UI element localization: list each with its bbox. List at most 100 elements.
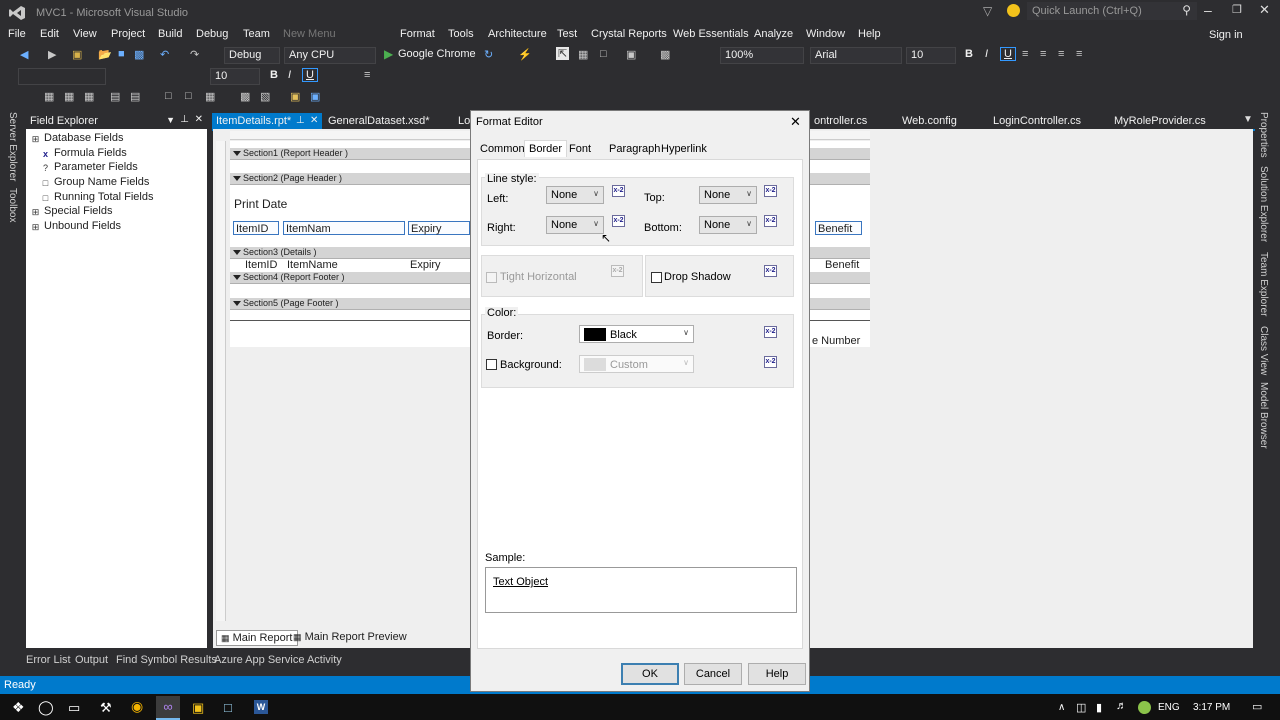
horizontal-spacing-icon[interactable]: ▧ (260, 90, 270, 103)
tab-error-list[interactable]: Error List (26, 654, 71, 666)
tab-itemdetails-rpt[interactable]: ItemDetails.rpt* ⊥ ✕ (212, 113, 322, 129)
tab-main-report-preview[interactable]: ▦ Main Report Preview (293, 631, 407, 643)
make-same-height-icon[interactable]: □ (185, 90, 192, 102)
tab-controller-cs[interactable]: ontroller.cs (810, 113, 871, 129)
tree-item-database-fields[interactable]: ⊞ Database Fields (30, 132, 124, 145)
font-size-select[interactable]: 10 (906, 47, 956, 64)
new-project-icon[interactable]: ▣ (72, 48, 82, 61)
notepad-icon[interactable]: □ (224, 700, 232, 715)
font-family-select[interactable]: Arial (810, 47, 902, 64)
header-benefit-field[interactable]: Benefit (815, 221, 862, 235)
tab-close-icon[interactable]: ✕ (310, 115, 318, 126)
tab-main-report[interactable]: ▦ Main Report (216, 630, 298, 646)
help-button[interactable]: Help (748, 663, 806, 685)
browser-link-icon[interactable]: ⚡ (518, 48, 532, 61)
server-explorer-tab[interactable]: Server Explorer (7, 112, 18, 181)
toolbox-tab[interactable]: Toolbox (7, 188, 18, 222)
make-same-width-icon[interactable]: □ (165, 90, 172, 102)
volume-icon[interactable]: ♬ (1116, 700, 1127, 712)
tab-border[interactable]: Border (524, 140, 568, 157)
justify-icon[interactable]: ≡ (1076, 48, 1082, 60)
page-number-field[interactable]: e Number (810, 334, 860, 348)
save-all-icon[interactable]: ▩ (134, 48, 144, 61)
solution-explorer-tab[interactable]: Solution Explorer (1258, 166, 1269, 242)
bottom-line-select[interactable]: None ∨ (699, 216, 757, 234)
box-tool-icon[interactable]: □ (600, 48, 607, 60)
file-explorer-icon[interactable]: ▣ (192, 700, 204, 716)
class-view-tab[interactable]: Class View (1258, 326, 1269, 375)
underline-button[interactable]: U (1000, 47, 1016, 61)
feedback-smiley-icon[interactable] (1007, 4, 1020, 17)
minimize-button[interactable]: – (1204, 2, 1212, 18)
zoom-select[interactable]: 100% (720, 47, 804, 64)
team-explorer-tab[interactable]: Team Explorer (1258, 252, 1269, 316)
detail-expiry-field[interactable]: Expiry (408, 258, 441, 272)
tab-myroleprovider-cs[interactable]: MyRoleProvider.cs (1110, 113, 1210, 129)
solution-config-select[interactable]: Debug (224, 47, 280, 64)
tab-web-config[interactable]: Web.config (898, 113, 961, 129)
menu-analyze[interactable]: Analyze (754, 28, 793, 40)
border-color-formula-button[interactable]: x-2 (764, 326, 777, 338)
align-center-icon[interactable]: ≡ (1040, 48, 1046, 60)
menu-architecture[interactable]: Architecture (488, 28, 547, 40)
menu-view[interactable]: View (73, 28, 97, 40)
cortana-icon[interactable]: ◯ (38, 699, 54, 716)
input-language[interactable]: ENG (1158, 702, 1180, 713)
align-middles-icon[interactable]: ▤ (130, 90, 140, 103)
visual-studio-taskbar-icon[interactable]: ∞ (156, 696, 180, 720)
align-left-icon[interactable]: ≡ (1022, 48, 1028, 60)
tray-app-icon[interactable] (1138, 701, 1151, 714)
tree-item-unbound-fields[interactable]: ⊞ Unbound Fields (30, 220, 121, 233)
ok-button[interactable]: OK (621, 663, 679, 685)
menu-test[interactable]: Test (557, 28, 577, 40)
right-formula-button[interactable]: x-2 (612, 215, 625, 227)
header-itemname-field[interactable]: ItemNam (283, 221, 405, 235)
properties-tab[interactable]: Properties (1258, 112, 1269, 158)
tab-overflow-icon[interactable]: ▼ (1243, 114, 1253, 125)
dropdown-icon[interactable]: ▼ (166, 115, 175, 125)
start-debug-icon[interactable]: ▶ (384, 47, 393, 61)
bottom-formula-button[interactable]: x-2 (764, 215, 777, 227)
drop-shadow-checkbox[interactable] (651, 272, 662, 283)
sign-in-link[interactable]: Sign in (1209, 29, 1243, 41)
dialog-close-button[interactable]: ✕ (790, 114, 801, 130)
tab-hyperlink[interactable]: Hyperlink (661, 143, 707, 155)
detail-benefit-field[interactable]: Benefit (823, 258, 859, 272)
background-color-select[interactable]: Custom ∨ (579, 355, 694, 373)
tree-item-parameter-fields[interactable]: ? Parameter Fields (40, 161, 138, 174)
quick-launch-input[interactable]: Quick Launch (Ctrl+Q) ⚲ (1027, 2, 1197, 20)
align-rights-icon[interactable]: ▦ (84, 90, 94, 103)
menu-file[interactable]: File (8, 28, 26, 40)
align-lefts-icon[interactable]: ▦ (44, 90, 54, 103)
menu-project[interactable]: Project (111, 28, 145, 40)
windows-start-icon[interactable]: ❖ (12, 699, 25, 716)
chrome-icon[interactable]: ◉ (131, 698, 143, 715)
align-right-icon[interactable]: ≡ (1058, 48, 1064, 60)
cancel-button[interactable]: Cancel (684, 663, 742, 685)
forward-icon[interactable]: ▶ (48, 48, 56, 61)
tab-generaldataset-xsd[interactable]: GeneralDataset.xsd* (324, 113, 434, 129)
menu-new-menu[interactable]: New Menu (283, 28, 336, 40)
select-tool-icon[interactable]: ⇱ (556, 47, 570, 60)
platform-select[interactable]: Any CPU (284, 47, 376, 64)
word-icon[interactable]: W (254, 700, 268, 714)
bold-button-secondary[interactable]: B (270, 69, 278, 81)
undo-icon[interactable]: ↶ (160, 48, 169, 61)
pin-icon[interactable]: ⊥ (180, 114, 189, 125)
back-icon[interactable]: ◀ (20, 48, 28, 61)
border-color-select[interactable]: Black ∨ (579, 325, 694, 343)
tree-item-special-fields[interactable]: ⊞ Special Fields (30, 205, 113, 218)
panel-close-icon[interactable]: ✕ (195, 114, 203, 125)
menu-crystal-reports[interactable]: Crystal Reports (591, 28, 667, 40)
header-expiry-field[interactable]: Expiry (408, 221, 470, 235)
save-icon[interactable]: ■ (118, 48, 125, 60)
clock[interactable]: 3:17 PM (1193, 702, 1230, 713)
insert-image-icon[interactable]: ▣ (290, 90, 300, 103)
tight-horizontal-checkbox[interactable] (486, 272, 497, 283)
top-line-select[interactable]: None ∨ (699, 186, 757, 204)
underline-button-secondary[interactable]: U (302, 68, 318, 82)
restore-button[interactable]: ❐ (1232, 3, 1242, 16)
left-formula-button[interactable]: x-2 (612, 185, 625, 197)
open-file-icon[interactable]: 📂 (98, 48, 112, 61)
tab-font[interactable]: Font (569, 143, 591, 155)
